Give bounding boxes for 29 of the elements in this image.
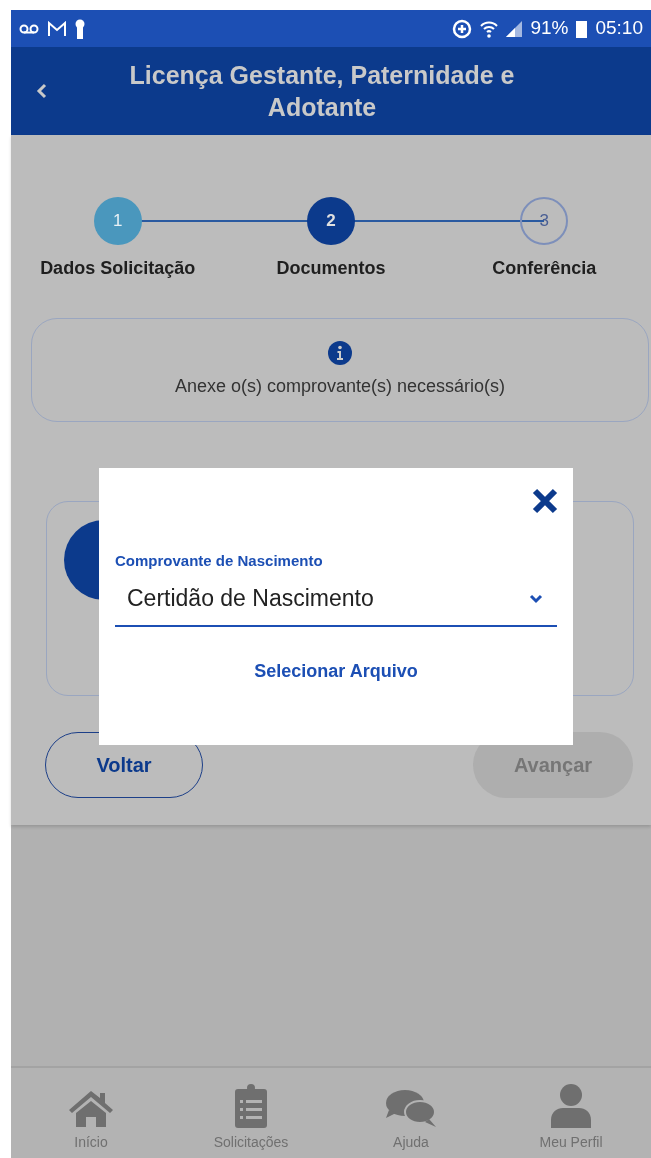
mail-icon [47,20,67,37]
battery-level: 91% [530,16,569,41]
wifi-icon [480,19,499,38]
step-label: Documentos [276,257,386,280]
info-icon [328,340,352,365]
step-label: Conferência [492,257,597,280]
clipboard-icon [234,1082,268,1128]
nav-tab[interactable]: Início [11,1082,171,1158]
select-file-link[interactable]: Selecionar Arquivo [248,656,424,686]
keyhole-icon [75,18,85,39]
person-icon [551,1082,591,1128]
info-text: Anexe o(s) comprovante(s) necessário(s) [174,374,506,398]
signal-icon [506,20,523,37]
step-indicator: 1 [93,197,142,245]
step-indicator: 3 [520,197,569,245]
page-title: Licença Gestante, Paternidade e Adotante [128,59,516,123]
voicemail-icon [19,22,39,35]
clock-time: 05:10 [595,16,643,41]
nav-tab[interactable]: Solicitações [171,1082,331,1158]
nav-tab[interactable]: Ajuda [331,1082,491,1158]
back-button[interactable] [35,82,49,100]
select-field[interactable]: Certidão de Nascimento [115,572,557,627]
step-indicator: 2 [307,197,355,245]
nav-tab[interactable]: Meu Perfil [491,1082,651,1158]
field-label: Comprovante de Nascimento [115,551,324,571]
chevron-icon [529,593,543,604]
battery-icon [576,19,588,38]
step-label: Dados Solicitação [40,257,196,280]
close-button[interactable] [531,488,559,514]
